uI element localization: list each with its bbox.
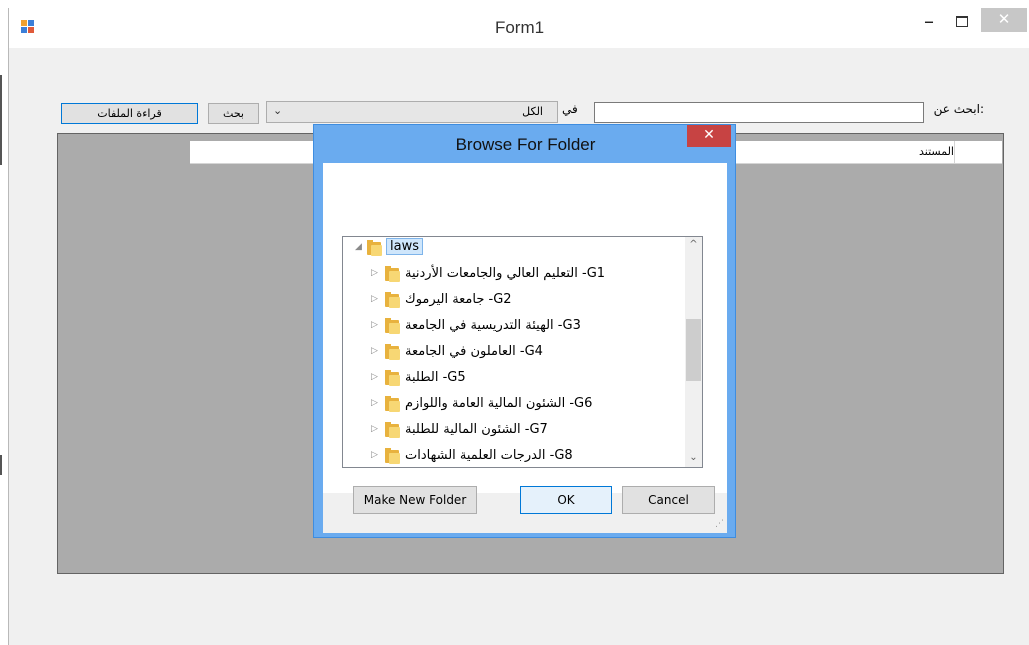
tree-item-label: الطلبة -G5 [405, 370, 466, 385]
tree-item-label: الدرجات العلمية الشهادات -G8 [405, 448, 573, 463]
minimize-button[interactable]: – [914, 8, 944, 36]
tree-item[interactable]: ▷ العاملون في الجامعة -G4 [343, 341, 683, 365]
form-title: Form1 [494, 18, 545, 37]
read-files-button[interactable]: قراءة الملفات [61, 103, 198, 124]
scope-select[interactable]: الكل ⌄ [266, 101, 558, 123]
collapsed-icon[interactable]: ▷ [371, 294, 378, 304]
dialog-title: Browse For Folder [455, 135, 596, 154]
tree-item[interactable]: ▷ جامعة اليرموك -G2 [343, 289, 683, 313]
tree-item-label: الشئون المالية للطلبة -G7 [405, 422, 548, 437]
folder-icon [384, 448, 401, 465]
search-input[interactable] [594, 102, 924, 123]
tree-item-label: العاملون في الجامعة -G4 [405, 344, 543, 359]
tree-item-label: الهيئة التدريسية في الجامعة -G3 [405, 318, 581, 333]
collapsed-icon[interactable]: ▷ [371, 372, 378, 382]
collapsed-icon[interactable]: ▷ [371, 320, 378, 330]
cancel-button[interactable]: Cancel [622, 486, 715, 514]
tree-item-label: التعليم العالي والجامعات الأردنية -G1 [405, 266, 606, 281]
folder-icon [384, 318, 401, 335]
tree-item[interactable]: ▷ الهيئة التدريسية في الجامعة -G3 [343, 315, 683, 339]
folder-icon [384, 292, 401, 309]
expanded-icon[interactable]: ◢ [355, 242, 362, 252]
left-edge-mark [0, 455, 2, 475]
ok-button[interactable]: OK [520, 486, 612, 514]
folder-icon [384, 344, 401, 361]
maximize-icon [956, 16, 968, 27]
make-new-folder-button[interactable]: Make New Folder [353, 486, 477, 514]
dialog-body: ◢ laws ▷ التعليم العالي والجامعات الأردني… [323, 163, 727, 533]
tree-root-label: laws [386, 238, 423, 255]
tree-item-label: جامعة اليرموك -G2 [405, 292, 512, 307]
form-titlebar: Form1 – ✕ [9, 8, 1029, 48]
collapsed-icon[interactable]: ▷ [371, 424, 378, 434]
folder-icon [384, 370, 401, 387]
folder-tree[interactable]: ◢ laws ▷ التعليم العالي والجامعات الأردني… [342, 236, 703, 468]
browse-for-folder-dialog: Browse For Folder ✕ ◢ laws ▷ التعليم العا… [313, 124, 736, 538]
tree-item[interactable]: ▷ التعليم العالي والجامعات الأردنية -G1 [343, 263, 683, 287]
folder-icon [384, 396, 401, 413]
resize-grip-icon[interactable]: ⋰ [715, 519, 724, 529]
folder-icon [366, 240, 383, 257]
collapsed-icon[interactable]: ▷ [371, 450, 378, 460]
collapsed-icon[interactable]: ▷ [371, 268, 378, 278]
close-button[interactable]: ✕ [981, 8, 1027, 32]
search-button[interactable]: بحث [208, 103, 259, 124]
column-header-document[interactable]: المستند [919, 145, 954, 158]
tree-item[interactable]: ▷ الدرجات العلمية الشهادات -G8 [343, 445, 683, 467]
scroll-up-icon[interactable]: ^ [685, 239, 702, 250]
collapsed-icon[interactable]: ▷ [371, 398, 378, 408]
search-label: ابحث عن: [933, 102, 984, 116]
tree-item[interactable]: ▷ الشئون المالية العامة واللوازم -G6 [343, 393, 683, 417]
scope-selected-value: الكل [522, 105, 543, 118]
folder-icon [384, 266, 401, 283]
maximize-button[interactable] [947, 8, 977, 36]
dialog-close-button[interactable]: ✕ [687, 125, 731, 147]
in-label: في [562, 102, 578, 116]
tree-item[interactable]: ▷ الشئون المالية للطلبة -G7 [343, 419, 683, 443]
left-edge-mark [0, 75, 2, 165]
chevron-down-icon: ⌄ [273, 104, 283, 117]
tree-root-row[interactable]: ◢ laws [343, 237, 683, 261]
collapsed-icon[interactable]: ▷ [371, 346, 378, 356]
tree-item-label: الشئون المالية العامة واللوازم -G6 [405, 396, 593, 411]
grid-header-divider [954, 141, 955, 163]
scroll-down-icon[interactable]: ⌄ [685, 452, 702, 463]
tree-item[interactable]: ▷ الطلبة -G5 [343, 367, 683, 391]
folder-icon [384, 422, 401, 439]
tree-scrollbar[interactable]: ^ ⌄ [685, 237, 702, 467]
scroll-thumb[interactable] [686, 319, 701, 381]
